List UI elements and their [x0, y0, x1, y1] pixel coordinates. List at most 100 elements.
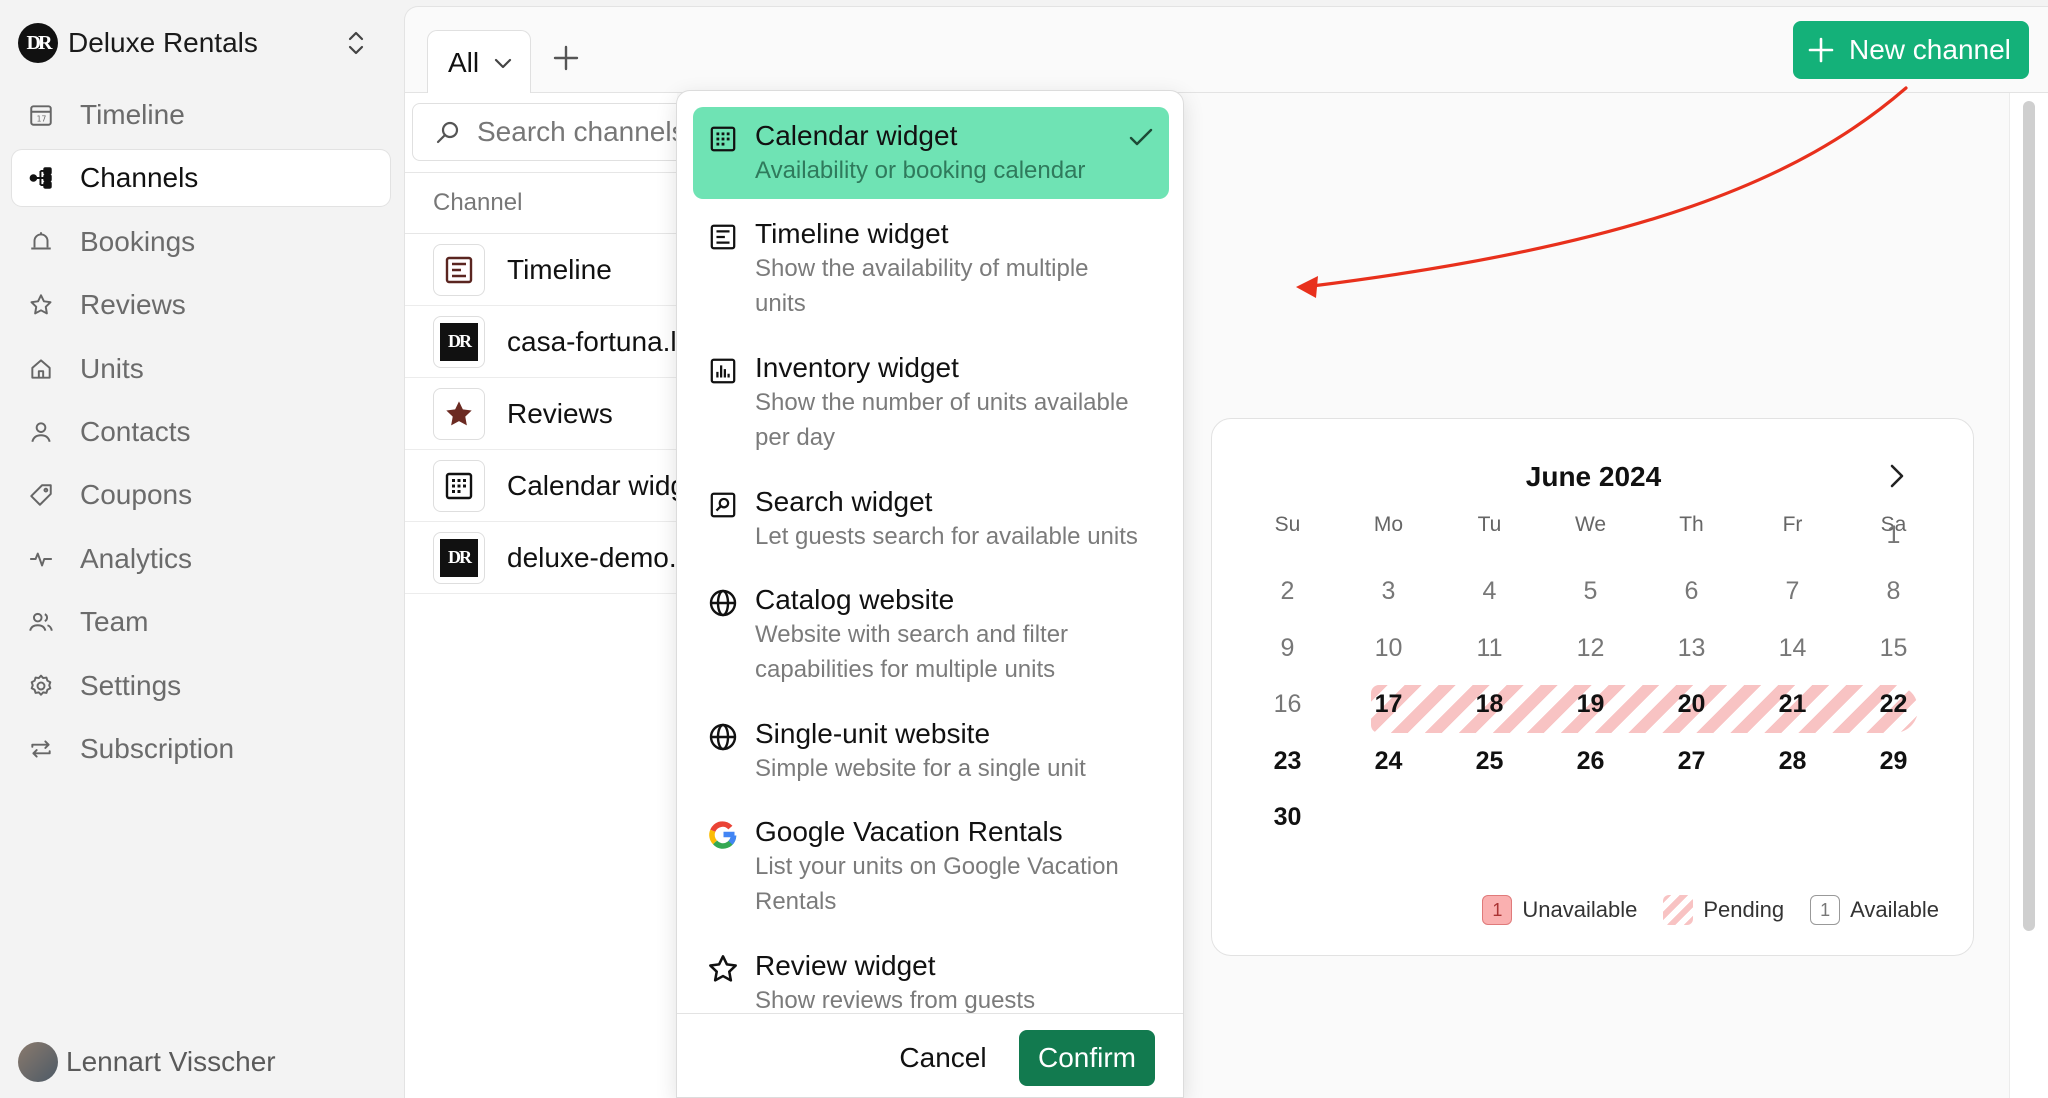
calendar-day[interactable]: 24	[1359, 739, 1419, 783]
chevron-up-down-icon[interactable]	[342, 28, 370, 58]
calendar-day[interactable]: 26	[1561, 739, 1621, 783]
calendar-day[interactable]: 3	[1359, 570, 1419, 614]
tab-bar: All New channel	[405, 7, 2048, 94]
sidebar-item-settings[interactable]: Settings	[12, 658, 390, 714]
google-icon	[707, 819, 739, 851]
sidebar-item-reviews[interactable]: Reviews	[12, 277, 390, 333]
sidebar-item-subscription[interactable]: Subscription	[12, 721, 390, 777]
calendar-day[interactable]: 6	[1662, 570, 1722, 614]
calendar-day[interactable]: 20	[1662, 683, 1722, 727]
table-row[interactable]: DR deluxe-demo.	[405, 522, 677, 594]
calendar-icon: 17	[26, 100, 56, 130]
option-search-widget[interactable]: Search widget Let guests search for avai…	[693, 473, 1169, 554]
calendar-day[interactable]: 7	[1763, 570, 1823, 614]
table-row[interactable]: DR casa-fortuna.l	[405, 306, 677, 378]
next-month-button[interactable]	[1880, 459, 1914, 493]
plus-icon	[1808, 37, 1834, 63]
calendar-day[interactable]: 30	[1258, 796, 1318, 840]
sidebar-item-team[interactable]: Team	[12, 594, 390, 650]
option-review-widget[interactable]: Review widget Show reviews from guests	[693, 937, 1169, 1013]
search-widget-icon	[707, 489, 739, 521]
user-name: Lennart Visscher	[66, 1046, 276, 1077]
sidebar-item-label: Team	[80, 606, 149, 638]
sidebar-item-timeline[interactable]: 17 Timeline	[12, 87, 390, 143]
calendar-day[interactable]: 5	[1561, 570, 1621, 614]
brand-logo-icon: DR	[433, 531, 485, 584]
sidebar-nav: 17 Timeline Channels Bookings Reviews Un…	[12, 87, 390, 784]
sidebar-item-label: Reviews	[80, 289, 186, 321]
search-input[interactable]: Search channels	[412, 103, 712, 161]
table-row[interactable]: Reviews	[405, 378, 677, 450]
confirm-button[interactable]: Confirm	[1019, 1030, 1155, 1086]
row-label: Timeline	[507, 253, 612, 285]
row-label: deluxe-demo.	[507, 541, 677, 573]
calendar-day[interactable]: 12	[1561, 626, 1621, 670]
calendar-day[interactable]: 17	[1359, 683, 1419, 727]
option-calendar-widget[interactable]: Calendar widget Availability or booking …	[693, 107, 1169, 199]
option-title: Inventory widget	[755, 352, 959, 383]
calendar-day[interactable]: 15	[1864, 626, 1924, 670]
channel-type-dropdown: Calendar widget Availability or booking …	[676, 90, 1184, 1098]
option-subtitle: List your units on Google Vacation Renta…	[755, 853, 1119, 915]
calendar-day[interactable]: 25	[1460, 739, 1520, 783]
row-label: Calendar widg	[507, 469, 677, 501]
scrollbar[interactable]	[2009, 93, 2048, 1098]
row-label: Reviews	[507, 397, 613, 429]
sidebar-item-channels[interactable]: Channels	[12, 150, 390, 207]
globe-icon	[707, 721, 739, 753]
user-profile[interactable]: Lennart Visscher	[18, 1042, 276, 1082]
pulse-icon	[26, 544, 56, 574]
calendar-day[interactable]: 4	[1460, 570, 1520, 614]
legend-label: Pending	[1703, 897, 1785, 922]
new-channel-button[interactable]: New channel	[1793, 21, 2029, 79]
calendar-day[interactable]: 27	[1662, 739, 1722, 783]
legend-label: Available	[1850, 897, 1939, 922]
sidebar-item-label: Units	[80, 352, 144, 384]
calendar-day[interactable]: 18	[1460, 683, 1520, 727]
option-title: Single-unit website	[755, 718, 991, 749]
sidebar-item-analytics[interactable]: Analytics	[12, 531, 390, 587]
sidebar-item-label: Analytics	[80, 542, 193, 574]
calendar-day[interactable]: 14	[1763, 626, 1823, 670]
team-icon	[26, 607, 56, 637]
calendar-day[interactable]: 2	[1258, 570, 1318, 614]
sidebar-item-units[interactable]: Units	[12, 341, 390, 397]
gear-icon	[26, 671, 56, 701]
cancel-button[interactable]: Cancel	[881, 1030, 1005, 1086]
calendar-day[interactable]: 29	[1864, 739, 1924, 783]
calendar-day[interactable]: 23	[1258, 739, 1318, 783]
tab-all[interactable]: All	[427, 30, 531, 94]
legend-pending: Pending	[1663, 895, 1784, 925]
add-tab-button[interactable]	[549, 41, 583, 75]
sidebar-item-coupons[interactable]: Coupons	[12, 467, 390, 523]
option-title: Search widget	[755, 486, 933, 517]
calendar-day[interactable]: 8	[1864, 570, 1924, 614]
sidebar-item-bookings[interactable]: Bookings	[12, 214, 390, 270]
option-timeline-widget[interactable]: Timeline widget Show the availability of…	[693, 205, 1169, 321]
new-channel-label: New channel	[1849, 34, 2011, 65]
calendar-day[interactable]: 28	[1763, 739, 1823, 783]
calendar-day[interactable]: 21	[1763, 683, 1823, 727]
tag-icon	[26, 480, 56, 510]
option-inventory-widget[interactable]: Inventory widget Show the number of unit…	[693, 339, 1169, 455]
legend-unavailable: 1 Unavailable	[1482, 895, 1637, 925]
table-row[interactable]: Calendar widg	[405, 450, 677, 522]
option-catalog-website[interactable]: Catalog website Website with search and …	[693, 571, 1169, 687]
workspace-switcher[interactable]: DR Deluxe Rentals	[18, 22, 380, 64]
table-row[interactable]: Timeline	[405, 234, 677, 306]
calendar-day[interactable]: 22	[1864, 683, 1924, 727]
option-google-vacation-rentals[interactable]: Google Vacation Rentals List your units …	[693, 803, 1169, 919]
calendar-day[interactable]: 13	[1662, 626, 1722, 670]
calendar-day[interactable]: 16	[1258, 683, 1318, 727]
calendar-day[interactable]: 11	[1460, 626, 1520, 670]
column-header-channel[interactable]: Channel	[405, 172, 677, 234]
sidebar-item-label: Bookings	[80, 225, 196, 257]
chevron-right-icon	[1890, 464, 1904, 488]
calendar-day[interactable]: 9	[1258, 626, 1318, 670]
sidebar-item-contacts[interactable]: Contacts	[12, 404, 390, 460]
calendar-day[interactable]: 19	[1561, 683, 1621, 727]
option-single-unit-website[interactable]: Single-unit website Simple website for a…	[693, 705, 1169, 786]
scrollbar-thumb[interactable]	[2023, 101, 2035, 931]
calendar-day[interactable]: 10	[1359, 626, 1419, 670]
calendar-day[interactable]: 1	[1864, 513, 1924, 557]
